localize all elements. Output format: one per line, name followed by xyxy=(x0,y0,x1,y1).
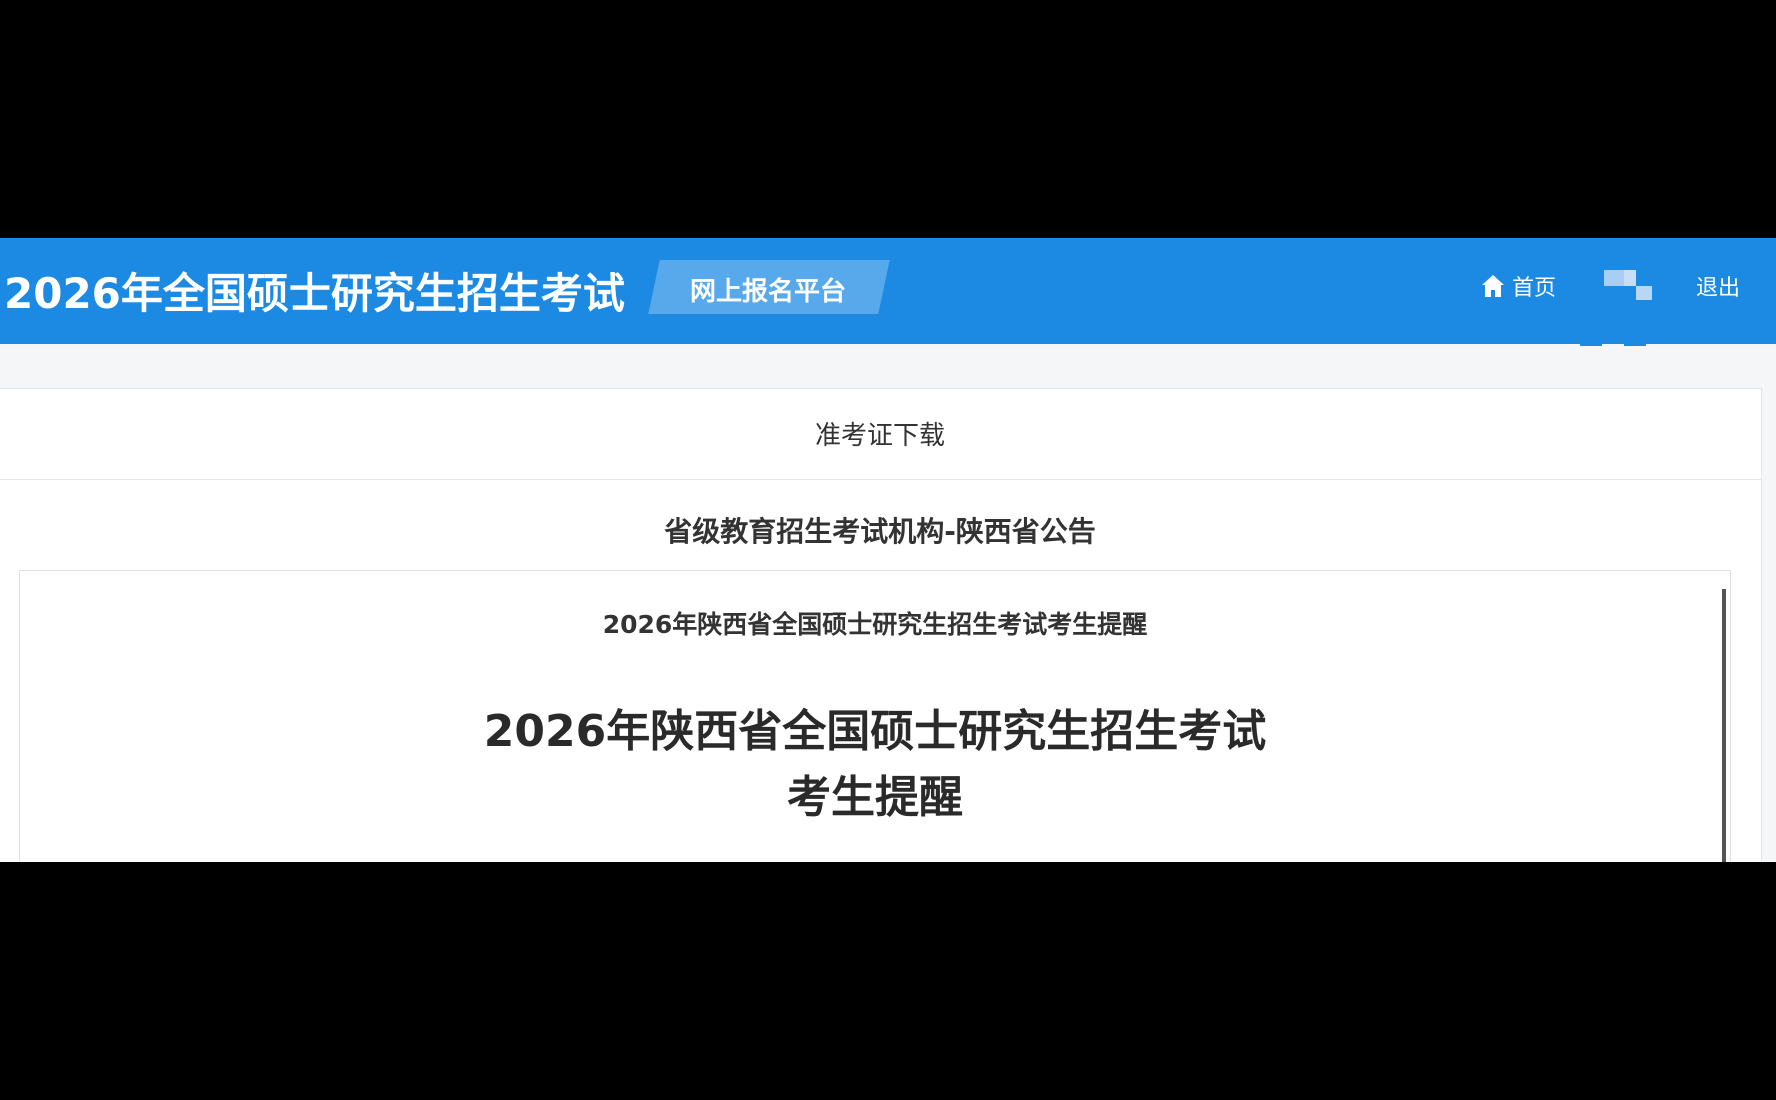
home-link[interactable]: 首页 xyxy=(1480,268,1556,304)
site-title: 2026年全国硕士研究生招生考试 xyxy=(4,269,625,318)
notice-body-title: 2026年陕西省全国硕士研究生招生考试 考生提醒 xyxy=(20,699,1730,831)
tab-admission-ticket-download[interactable]: 准考证下载 xyxy=(0,415,1761,452)
tab-panel: 准考证下载 xyxy=(0,388,1762,480)
logout-link[interactable]: 退出 xyxy=(1696,270,1740,302)
notice-box: 2026年陕西省全国硕士研究生招生考试考生提醒 2026年陕西省全国硕士研究生招… xyxy=(19,570,1731,862)
platform-tag-label: 网上报名平台 xyxy=(690,277,847,307)
home-link-label: 首页 xyxy=(1512,276,1557,301)
app-window: 2026年全国硕士研究生招生考试 网上报名平台 首页 退出 准考证下载 省级教育… xyxy=(0,238,1776,862)
redaction-artifact xyxy=(1580,338,1650,350)
announcement-area: 省级教育招生考试机构-陕西省公告 2026年陕西省全国硕士研究生招生考试考生提醒… xyxy=(0,480,1762,862)
home-icon xyxy=(1480,273,1506,299)
notice-scrollbar[interactable] xyxy=(1722,589,1726,862)
notice-title: 2026年陕西省全国硕士研究生招生考试考生提醒 xyxy=(602,610,1148,639)
notice-body-title-line2: 考生提醒 xyxy=(787,772,963,823)
notice-body-title-line1: 2026年陕西省全国硕士研究生招生考试 xyxy=(483,706,1267,757)
user-avatar-redacted[interactable] xyxy=(1604,270,1654,306)
top-header: 2026年全国硕士研究生招生考试 网上报名平台 首页 退出 xyxy=(0,238,1776,344)
announcement-heading: 省级教育招生考试机构-陕西省公告 xyxy=(664,515,1096,548)
